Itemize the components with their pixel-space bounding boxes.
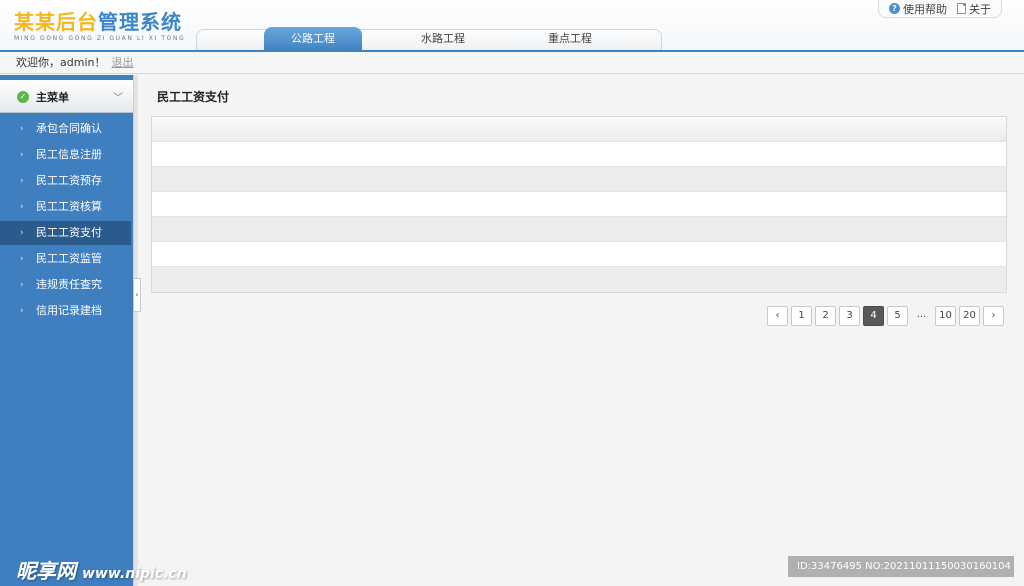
about-link[interactable]: 关于: [957, 1, 991, 17]
page-title: 民工工资支付: [157, 90, 230, 104]
module-tabs: 公路工程 水路工程 重点工程: [196, 27, 662, 51]
sidebar-item-label: 民工工资核算: [36, 200, 102, 213]
sidebar-item-credit-records[interactable]: › 信用记录建档: [0, 299, 131, 323]
logo-title: 某某后台管理系统: [14, 10, 185, 34]
sidebar-header[interactable]: ✓ 主菜单 ﹀: [0, 80, 133, 113]
table-row: [152, 192, 1006, 217]
pagination-ellipsis: ...: [916, 309, 927, 320]
sidebar-item-contract-confirm[interactable]: › 承包合同确认: [0, 117, 131, 141]
arrow-right-icon: ›: [20, 228, 24, 238]
page-4-button[interactable]: 4: [863, 306, 884, 326]
page-1-button[interactable]: 1: [791, 306, 812, 326]
sidebar-item-wage-accounting[interactable]: › 民工工资核算: [0, 195, 131, 219]
help-link[interactable]: ? 使用帮助: [889, 1, 947, 17]
sidebar-item-worker-register[interactable]: › 民工信息注册: [0, 143, 131, 167]
page-5-button[interactable]: 5: [887, 306, 908, 326]
about-label: 关于: [969, 2, 991, 16]
welcome-bar: 欢迎你，admin！ 退出: [0, 52, 1024, 74]
table-header-row: [152, 117, 1006, 142]
check-icon: ✓: [17, 91, 29, 103]
chevron-down-icon: ﹀: [113, 93, 123, 104]
prev-page-button[interactable]: ‹: [767, 306, 788, 326]
top-links: ? 使用帮助 关于: [878, 0, 1002, 18]
table-row: [152, 167, 1006, 192]
sidebar-item-wage-payment[interactable]: › 民工工资支付: [0, 221, 131, 245]
arrow-right-icon: ›: [20, 254, 24, 264]
watermark-logo: 昵享网 www.nipic.cn: [16, 555, 187, 584]
app-logo: 某某后台管理系统 MING GONG GONG ZI GUAN LI XI TO…: [14, 10, 185, 43]
arrow-right-icon: ›: [20, 124, 24, 134]
sidebar-item-label: 承包合同确认: [36, 122, 102, 135]
table-row: [152, 217, 1006, 242]
watermark-id: ID:33476495 NO:20211011150030160104: [788, 556, 1014, 577]
document-icon: [957, 3, 966, 14]
page-2-button[interactable]: 2: [815, 306, 836, 326]
page-3-button[interactable]: 3: [839, 306, 860, 326]
arrow-right-icon: ›: [20, 176, 24, 186]
arrow-right-icon: ›: [20, 150, 24, 160]
tab-key-projects[interactable]: 重点工程: [521, 27, 619, 51]
sidebar-item-label: 信用记录建档: [36, 304, 102, 317]
logo-title-part-b: 管理系统: [98, 10, 182, 34]
sidebar-item-label: 民工工资预存: [36, 174, 102, 187]
logout-link[interactable]: 退出: [111, 56, 133, 69]
watermark-url: www.nipic.cn: [82, 566, 187, 582]
sidebar-item-violation-investigation[interactable]: › 违规责任查究: [0, 273, 131, 297]
welcome-text: 欢迎你，admin！: [16, 56, 106, 69]
arrow-right-icon: ›: [20, 202, 24, 212]
logo-title-part-a: 某某后台: [14, 10, 98, 34]
sidebar-title: 主菜单: [36, 91, 69, 104]
chevron-left-icon: ‹: [135, 290, 139, 299]
arrow-right-icon: ›: [20, 280, 24, 290]
sidebar-item-label: 民工工资监管: [36, 252, 102, 265]
tab-highway[interactable]: 公路工程: [264, 27, 362, 51]
watermark-logo-text: 昵享网: [16, 559, 76, 583]
sidebar-item-label: 民工工资支付: [36, 226, 102, 239]
tab-waterway[interactable]: 水路工程: [394, 27, 492, 51]
sidebar-menu: › 承包合同确认 › 民工信息注册 › 民工工资预存 › 民工工资核算 › 民工工资支付 …: [0, 117, 131, 325]
arrow-right-icon: ›: [20, 306, 24, 316]
data-table: [151, 116, 1007, 293]
help-icon: ?: [889, 3, 900, 14]
sidebar-item-label: 民工信息注册: [36, 148, 102, 161]
sidebar-item-label: 违规责任查究: [36, 278, 102, 291]
sidebar-item-wage-supervision[interactable]: › 民工工资监管: [0, 247, 131, 271]
pagination: ‹ 1 2 3 4 5 ... 10 20 ›: [767, 306, 1004, 326]
next-page-button[interactable]: ›: [983, 306, 1004, 326]
top-header: 某某后台管理系统 MING GONG GONG ZI GUAN LI XI TO…: [0, 0, 1024, 52]
help-label: 使用帮助: [903, 2, 947, 16]
sidebar-divider: [133, 75, 138, 586]
sidebar: ✓ 主菜单 ﹀ › 承包合同确认 › 民工信息注册 › 民工工资预存 › 民工工资核算 …: [0, 75, 133, 586]
table-row: [152, 267, 1006, 292]
page-10-button[interactable]: 10: [935, 306, 956, 326]
table-row: [152, 242, 1006, 267]
sidebar-item-wage-deposit[interactable]: › 民工工资预存: [0, 169, 131, 193]
logo-subtitle: MING GONG GONG ZI GUAN LI XI TONG: [14, 35, 186, 42]
sidebar-collapse-toggle[interactable]: ‹: [133, 278, 141, 312]
page-20-button[interactable]: 20: [959, 306, 980, 326]
table-row: [152, 142, 1006, 167]
